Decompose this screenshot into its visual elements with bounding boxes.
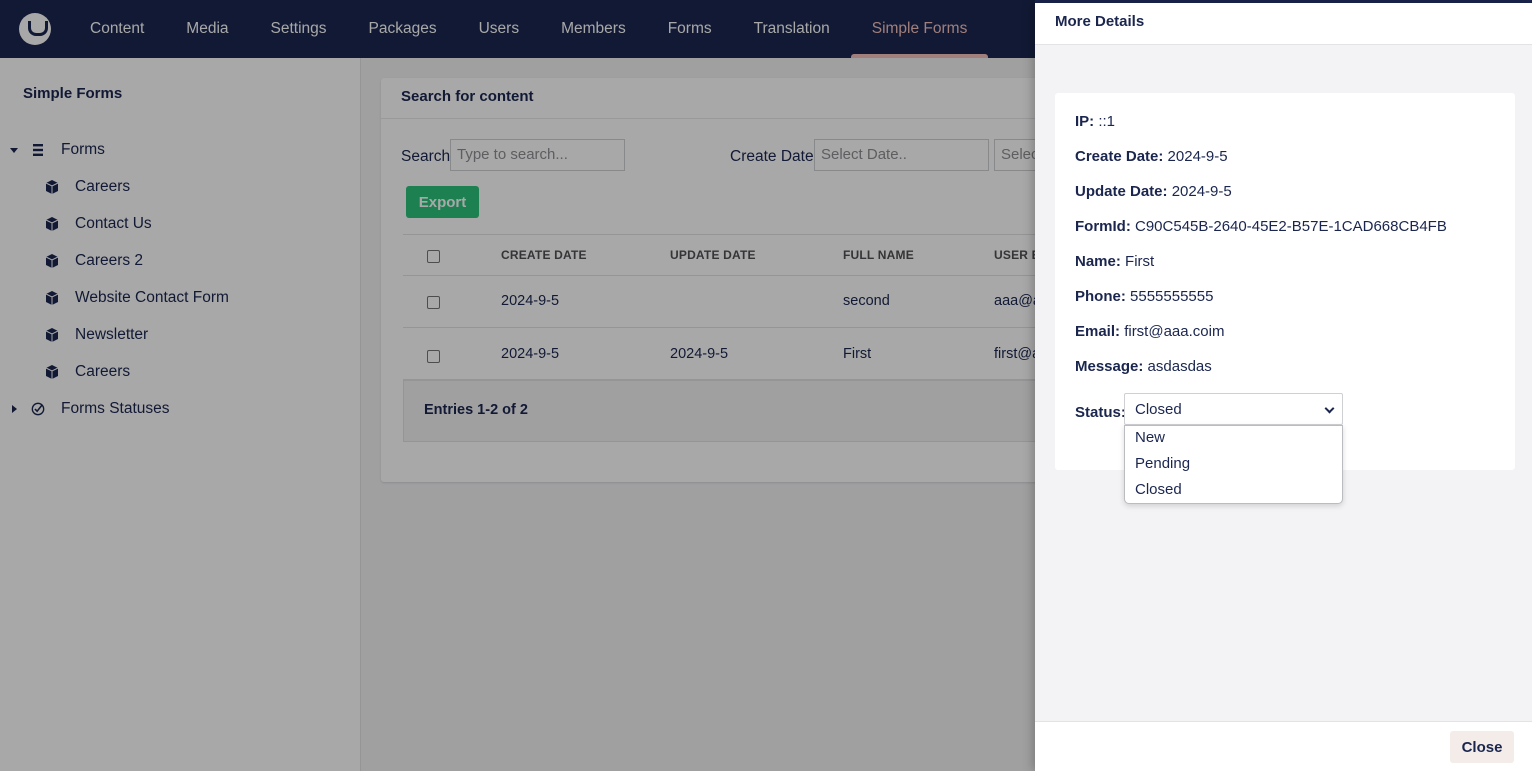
chevron-down-icon bbox=[1324, 403, 1335, 414]
status-label: Status: bbox=[1075, 404, 1126, 421]
detail-label: Phone: bbox=[1075, 288, 1126, 305]
detail-label: Name: bbox=[1075, 253, 1121, 270]
detail-update-date: Update Date: 2024-9-5 bbox=[1075, 183, 1232, 200]
detail-email: Email: first@aaa.coim bbox=[1075, 323, 1224, 340]
detail-phone: Phone: 5555555555 bbox=[1075, 288, 1213, 305]
detail-label: Message: bbox=[1075, 358, 1144, 375]
panel-title: More Details bbox=[1035, 3, 1532, 45]
detail-value: 2024-9-5 bbox=[1167, 148, 1228, 165]
detail-value: C90C545B-2640-45E2-B57E-1CAD668CB4FB bbox=[1135, 218, 1447, 235]
status-option-new[interactable]: New bbox=[1125, 426, 1342, 452]
detail-label: IP: bbox=[1075, 113, 1095, 130]
detail-name: Name: First bbox=[1075, 253, 1154, 270]
status-selected-value: Closed bbox=[1135, 401, 1182, 418]
detail-value: asdasdas bbox=[1147, 358, 1212, 375]
panel-footer: Close bbox=[1035, 721, 1532, 771]
detail-form-id: FormId: C90C545B-2640-45E2-B57E-1CAD668C… bbox=[1075, 218, 1447, 235]
modal-backdrop[interactable] bbox=[0, 0, 1035, 771]
detail-ip: IP: ::1 bbox=[1075, 113, 1115, 130]
detail-label: Update Date: bbox=[1075, 183, 1168, 200]
detail-value: First bbox=[1125, 253, 1155, 270]
status-dropdown: New Pending Closed bbox=[1124, 425, 1343, 504]
detail-label: Create Date: bbox=[1075, 148, 1164, 165]
detail-value: 2024-9-5 bbox=[1171, 183, 1232, 200]
detail-label: FormId: bbox=[1075, 218, 1131, 235]
detail-value: first@aaa.coim bbox=[1124, 323, 1225, 340]
status-option-pending[interactable]: Pending bbox=[1125, 452, 1342, 478]
detail-create-date: Create Date: 2024-9-5 bbox=[1075, 148, 1228, 165]
detail-value: 5555555555 bbox=[1130, 288, 1214, 305]
detail-value: ::1 bbox=[1098, 113, 1116, 130]
details-card: IP: ::1 Create Date: 2024-9-5 Update Dat… bbox=[1055, 93, 1515, 504]
detail-label: Status: bbox=[1075, 404, 1126, 421]
more-details-panel: More Details IP: ::1 Create Date: 2024-9… bbox=[1035, 3, 1532, 771]
detail-label: Email: bbox=[1075, 323, 1121, 340]
status-select[interactable]: Closed bbox=[1124, 393, 1343, 425]
detail-message: Message: asdasdas bbox=[1075, 358, 1212, 375]
status-option-closed[interactable]: Closed bbox=[1125, 478, 1342, 504]
close-button[interactable]: Close bbox=[1450, 731, 1514, 763]
